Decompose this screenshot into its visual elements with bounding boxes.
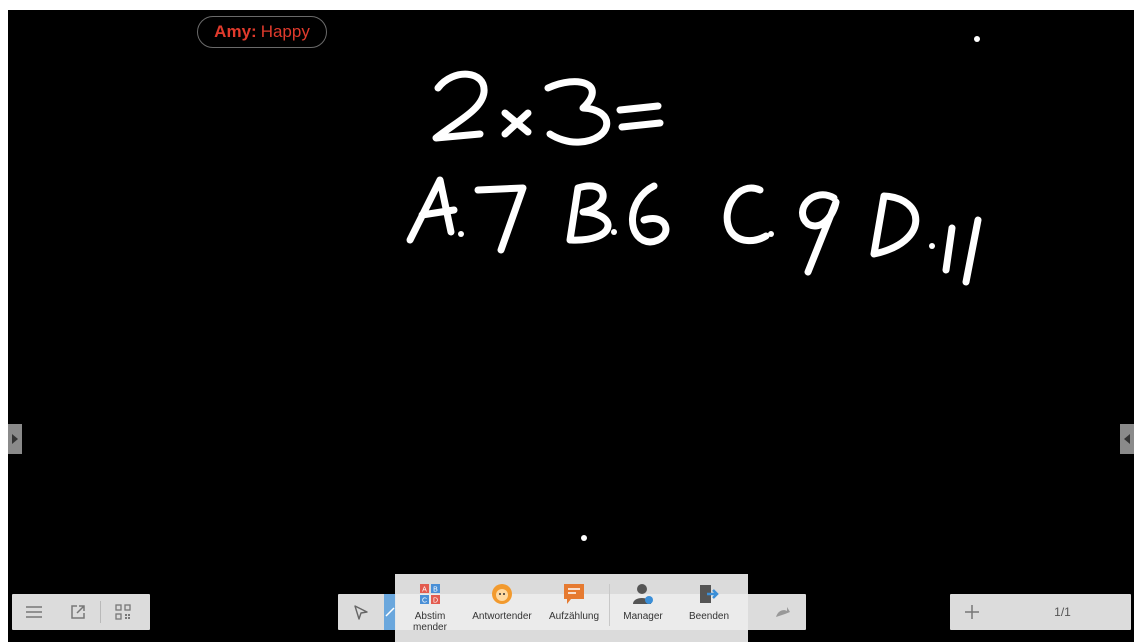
ink-digit-1 — [942, 224, 956, 274]
ink-digit-7 — [474, 184, 527, 254]
ink-digit-2 — [432, 70, 488, 142]
whiteboard-canvas[interactable]: Amy: Happy — [8, 10, 1134, 642]
ink-letter-b — [566, 182, 612, 244]
ink-period — [929, 243, 935, 249]
plus-icon — [965, 605, 979, 619]
share-icon — [71, 605, 85, 619]
left-toolbar — [12, 594, 150, 630]
face-icon — [492, 584, 512, 604]
ink-period — [611, 229, 617, 235]
left-panel-toggle[interactable] — [8, 424, 22, 454]
add-page-button[interactable] — [950, 594, 994, 630]
abcd-vote-icon: A B C D — [420, 584, 440, 605]
svg-text:D: D — [433, 598, 438, 605]
svg-text:A: A — [422, 587, 427, 594]
svg-text:C: C — [422, 598, 427, 605]
exit-button[interactable]: Beenden — [676, 574, 742, 642]
ink-digit-6 — [629, 182, 670, 246]
select-tool-button[interactable] — [338, 594, 384, 630]
ink-digit-1 — [962, 216, 982, 286]
chevron-right-icon — [12, 434, 18, 444]
manager-label: Manager — [623, 611, 663, 622]
vote-label: Abstim mender — [413, 611, 447, 633]
page-indicator[interactable]: 1/1 — [1054, 605, 1071, 619]
redo-icon — [776, 607, 790, 617]
right-toolbar: 1/1 — [950, 594, 1131, 630]
responder-label: Antwortender — [472, 611, 532, 622]
menu-button[interactable] — [12, 594, 56, 630]
enumeration-button[interactable]: Aufzählung — [539, 574, 609, 642]
ink-letter-a — [406, 176, 458, 244]
redo-button[interactable] — [760, 594, 806, 630]
handwriting-ink — [406, 70, 982, 286]
right-panel-toggle[interactable] — [1120, 424, 1134, 454]
pen-icon — [385, 607, 395, 617]
chevron-left-icon — [1124, 434, 1130, 444]
responder-button[interactable]: Antwortender — [465, 574, 539, 642]
page-indicator-wrap: 1/1 — [994, 603, 1131, 621]
ink-x — [501, 109, 532, 138]
exit-icon — [700, 585, 719, 603]
ink-letter-c — [723, 184, 770, 244]
select-arrow-icon — [354, 605, 368, 620]
menu-icon — [26, 606, 42, 618]
qr-code-icon — [115, 604, 131, 620]
svg-text:B: B — [433, 587, 438, 594]
qr-code-button[interactable] — [101, 594, 145, 630]
ink-digit-3 — [544, 78, 611, 146]
ink-letter-d — [870, 192, 920, 258]
ink-period — [768, 231, 774, 237]
share-button[interactable] — [56, 594, 100, 630]
ink-period — [458, 231, 464, 237]
vote-button[interactable]: A B C D Abstim mender — [395, 574, 465, 642]
user-gear-icon — [633, 584, 653, 604]
manager-button[interactable]: Manager — [610, 574, 676, 642]
exit-label: Beenden — [688, 611, 730, 622]
ink-digit-9 — [799, 191, 840, 276]
ink-equals — [616, 102, 664, 131]
classroom-tools-menu: A B C D Abstim mender Antwortender Aufzä… — [395, 574, 748, 642]
enumeration-label: Aufzählung — [548, 611, 600, 622]
message-icon — [564, 584, 584, 604]
